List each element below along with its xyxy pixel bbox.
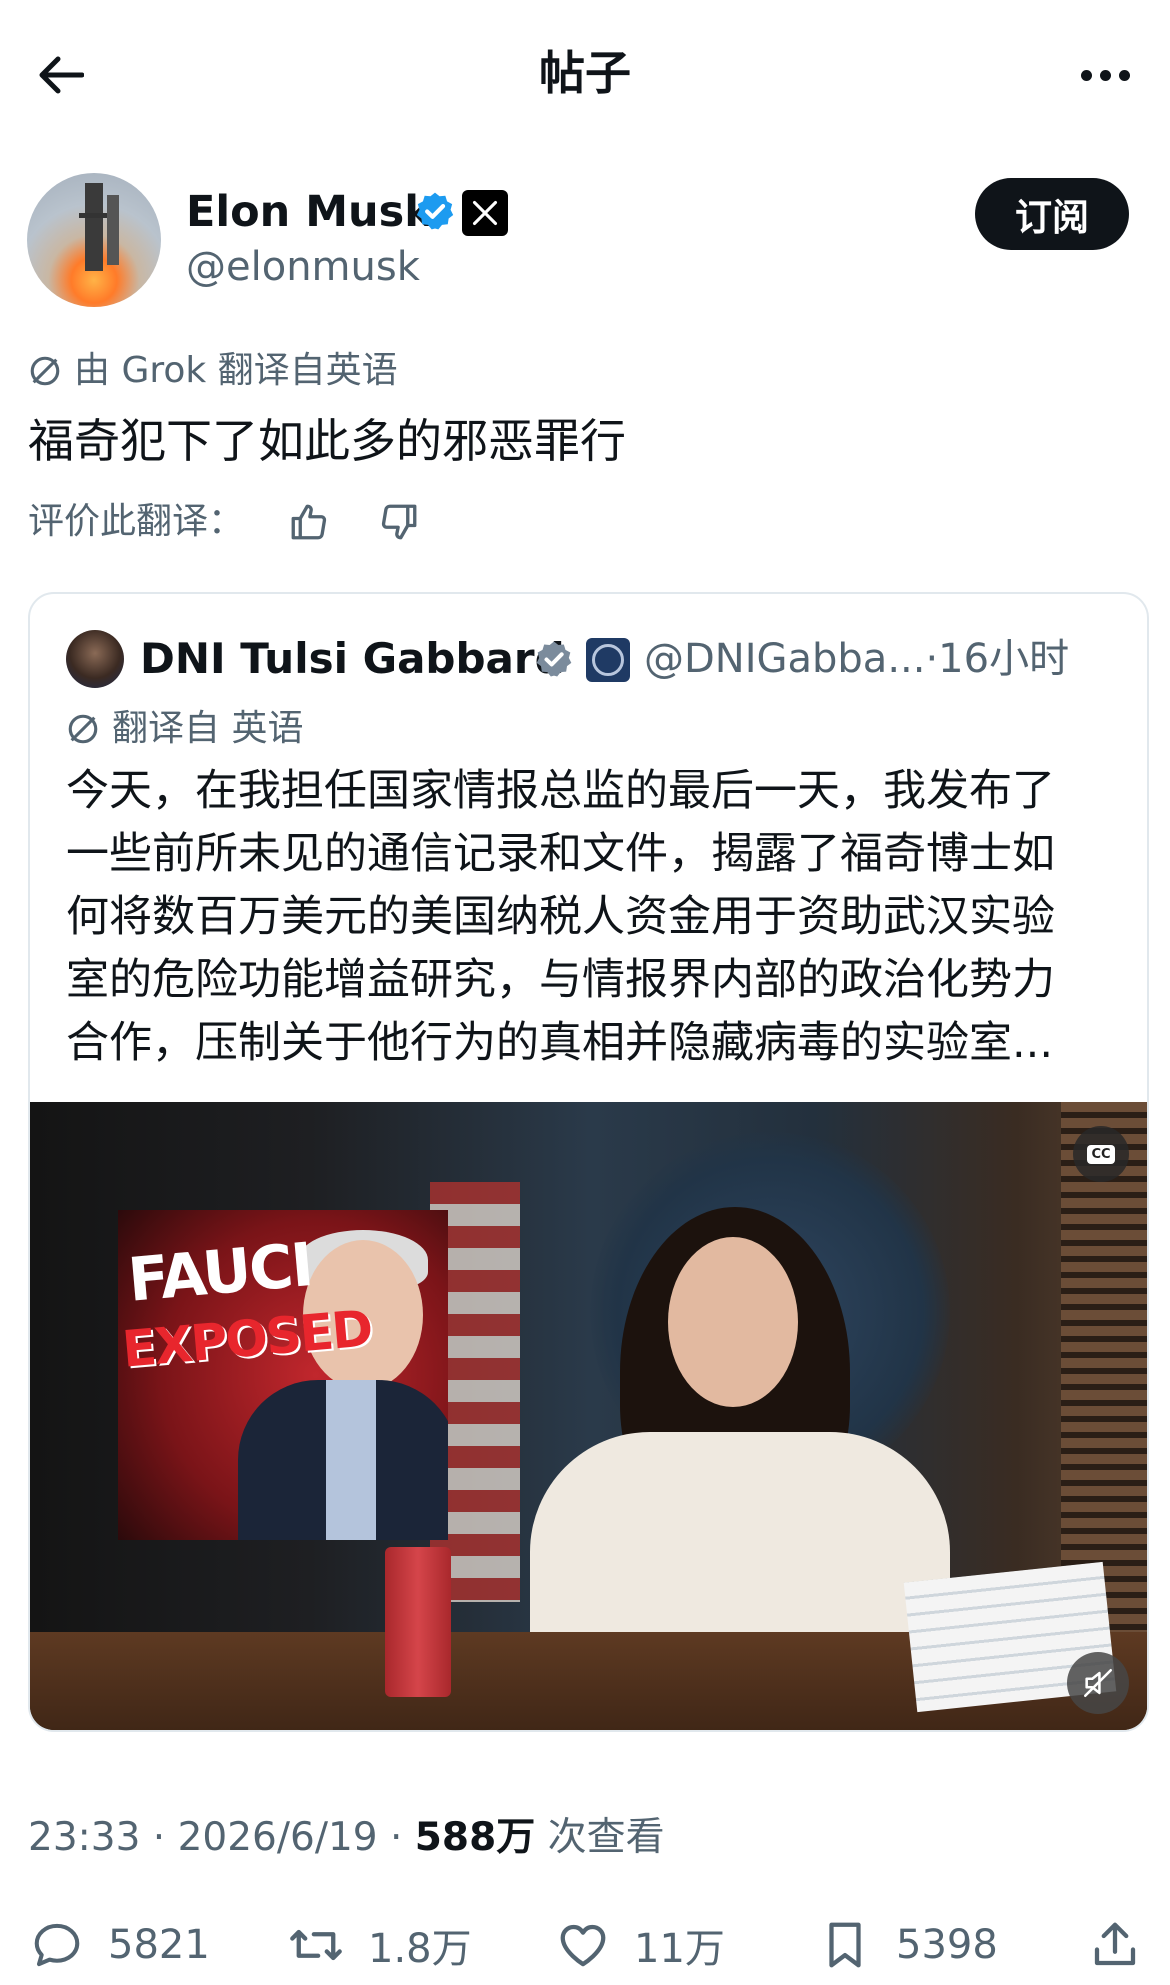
reply-count: 5821 — [108, 1922, 210, 1968]
quoted-author-handle[interactable]: @DNIGabba... — [644, 636, 925, 682]
quoted-text-line: 何将数百万美元的美国纳税人资金用于资助武汉实验 — [66, 892, 1055, 942]
translation-note: 由 Grok 翻译自英语 — [28, 347, 398, 395]
thumbs-up-icon — [291, 504, 327, 540]
like-button[interactable]: 11万 — [556, 1910, 725, 1980]
tweet-text: 福奇犯下了如此多的邪恶罪行 — [28, 414, 626, 468]
cc-icon: CC — [1087, 1144, 1115, 1164]
verified-icon — [416, 192, 454, 230]
cup-image — [385, 1547, 451, 1697]
post-meta: 23:33 · 2026/6/19 · 588万 次查看 — [28, 1815, 665, 1860]
quoted-post-card[interactable]: DNI Tulsi Gabbard @DNIGabba...·16小时 翻译自 … — [28, 592, 1149, 1732]
quoted-translation-note: 翻译自 英语 — [66, 704, 303, 754]
top-bar: 帖子 — [0, 0, 1170, 150]
quoted-translation-note-text: 翻译自 英语 — [112, 708, 304, 749]
thumbs-up-button[interactable] — [284, 497, 334, 547]
mute-button[interactable] — [1067, 1652, 1129, 1714]
view-count-label: 次查看 — [535, 1815, 665, 1860]
bookmark-button[interactable]: 5398 — [818, 1910, 998, 1980]
repost-icon — [290, 1929, 342, 1961]
reply-icon — [34, 1923, 80, 1967]
quoted-author-name[interactable]: DNI Tulsi Gabbard — [140, 630, 565, 688]
x-logo-icon — [462, 190, 508, 236]
video-player[interactable]: FAUCI EXPOSED CC — [30, 1102, 1147, 1730]
bookmark-count: 5398 — [896, 1922, 998, 1968]
captions-button[interactable]: CC — [1073, 1126, 1129, 1182]
quoted-text-line: 今天，在我担任国家情报总监的最后一天，我发布了 — [66, 766, 1055, 816]
action-bar: 5821 1.8万 11万 5398 — [0, 1910, 1170, 1980]
thumbnail-title: FAUCI — [125, 1230, 315, 1316]
share-icon — [1094, 1922, 1136, 1966]
translate-icon — [30, 356, 60, 386]
view-count: 588万 — [414, 1815, 536, 1860]
subscribe-button[interactable]: 订阅 — [975, 178, 1129, 250]
more-button[interactable] — [1070, 42, 1140, 108]
mute-icon — [1083, 1668, 1113, 1698]
quoted-author-handle-time: @DNIGabba...·16小时 — [644, 630, 1069, 688]
translate-icon — [68, 714, 98, 744]
like-count: 11万 — [634, 1926, 725, 1972]
rate-translation-row: 评价此翻译： — [28, 496, 424, 548]
rate-translation-label: 评价此翻译： — [28, 501, 245, 542]
quoted-text-line: 室的危险功能增益研究，与情报界内部的政治化势力 — [66, 955, 1055, 1005]
quoted-text-line: 合作，压制关于他行为的真相并隐藏病毒的实验室... — [66, 1018, 1054, 1068]
post-date: 2026/6/19 — [177, 1815, 378, 1860]
quoted-post-time: ·16小时 — [925, 636, 1070, 682]
repost-count: 1.8万 — [368, 1926, 472, 1972]
translation-note-text: 由 Grok 翻译自英语 — [74, 350, 398, 391]
bookmark-icon — [829, 1922, 861, 1968]
reply-button[interactable]: 5821 — [30, 1910, 210, 1980]
government-seal-icon — [586, 638, 630, 682]
author-name[interactable]: Elon Musk — [186, 184, 433, 240]
repost-button[interactable]: 1.8万 — [288, 1910, 472, 1980]
quoted-author-avatar[interactable] — [66, 630, 124, 688]
quoted-text-line: 一些前所未见的通信记录和文件，揭露了福奇博士如 — [66, 829, 1055, 879]
more-icon — [1080, 69, 1092, 81]
author-avatar[interactable] — [27, 173, 161, 307]
thumbs-down-icon — [381, 504, 417, 540]
quoted-post-text: 今天，在我担任国家情报总监的最后一天，我发布了 一些前所未见的通信记录和文件，揭… — [66, 760, 1126, 1075]
post-time: 23:33 — [28, 1815, 141, 1860]
author-handle[interactable]: @elonmusk — [186, 240, 420, 294]
verified-icon — [536, 641, 572, 677]
fauci-thumbnail: FAUCI EXPOSED — [118, 1210, 448, 1540]
thumbs-down-button[interactable] — [374, 497, 424, 547]
share-button[interactable] — [1088, 1910, 1142, 1980]
page-title: 帖子 — [539, 46, 631, 100]
like-icon — [560, 1924, 606, 1967]
